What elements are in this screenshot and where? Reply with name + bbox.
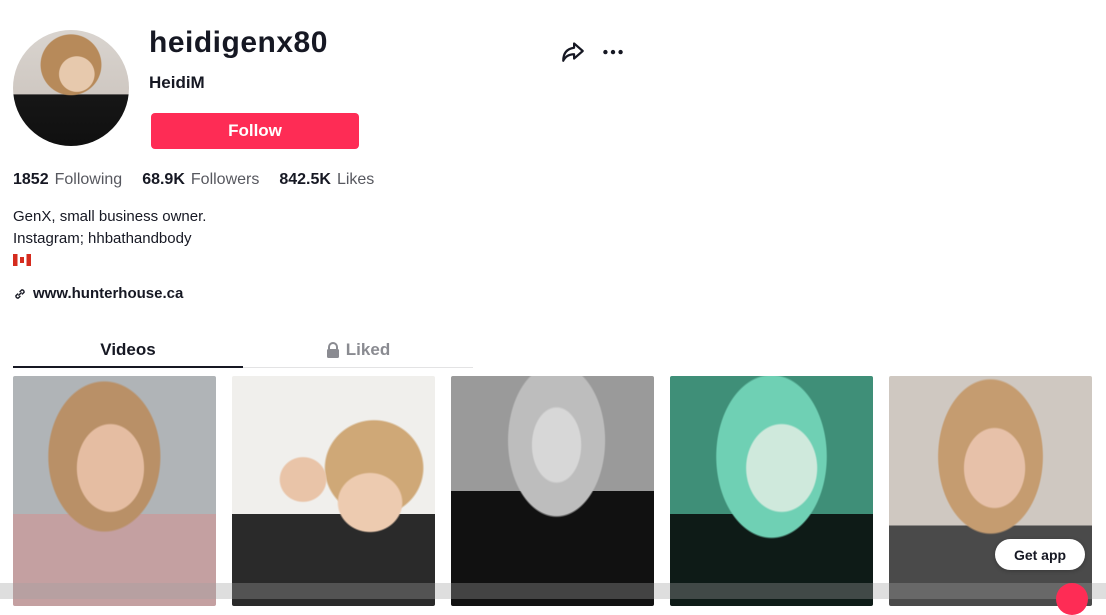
video-thumbnail[interactable] <box>670 376 873 606</box>
tab-videos-label: Videos <box>100 339 156 359</box>
stat-followers-label: Followers <box>190 171 260 188</box>
bottom-overlay-bar <box>0 583 1106 599</box>
stat-likes-label: Likes <box>336 171 375 188</box>
video-thumbnail[interactable] <box>232 376 435 606</box>
lock-icon <box>326 342 339 358</box>
canada-flag-icon <box>13 254 31 266</box>
video-grid <box>13 376 1092 606</box>
profile-username: heidigenx80 <box>149 26 328 59</box>
stat-followers[interactable]: 68.9K Followers <box>142 171 259 189</box>
stat-following[interactable]: 1852 Following <box>13 171 122 189</box>
stat-followers-value: 68.9K <box>142 171 185 188</box>
follow-button[interactable]: Follow <box>151 113 359 149</box>
link-icon <box>15 288 25 299</box>
tab-videos[interactable]: Videos <box>13 333 243 368</box>
tab-liked-label: Liked <box>345 340 391 359</box>
video-thumbnail[interactable] <box>889 376 1092 606</box>
scroll-to-top-button[interactable] <box>1056 583 1088 615</box>
share-icon[interactable] <box>560 38 586 64</box>
stat-following-label: Following <box>54 171 123 188</box>
profile-nickname: HeidiM <box>149 73 205 92</box>
profile-link-text: www.hunterhouse.ca <box>33 285 184 302</box>
video-thumbnail[interactable] <box>451 376 654 606</box>
bio-line: GenX, small business owner. <box>13 208 207 225</box>
stat-likes: 842.5K Likes <box>279 171 374 189</box>
profile-bio: GenX, small business owner. Instagram; h… <box>13 206 206 273</box>
more-options-icon[interactable] <box>600 38 626 64</box>
profile-stats: 1852 Following 68.9K Followers 842.5K Likes <box>13 171 374 189</box>
tab-liked[interactable]: Liked <box>243 333 473 367</box>
profile-tabs: Videos Liked <box>13 333 473 368</box>
profile-link[interactable]: www.hunterhouse.ca <box>13 285 183 302</box>
stat-likes-value: 842.5K <box>279 171 331 188</box>
profile-avatar <box>13 30 129 146</box>
get-app-button[interactable]: Get app <box>995 539 1085 570</box>
stat-following-value: 1852 <box>13 171 49 188</box>
bio-line: Instagram; hhbathandbody <box>13 230 192 247</box>
video-thumbnail[interactable] <box>13 376 216 606</box>
